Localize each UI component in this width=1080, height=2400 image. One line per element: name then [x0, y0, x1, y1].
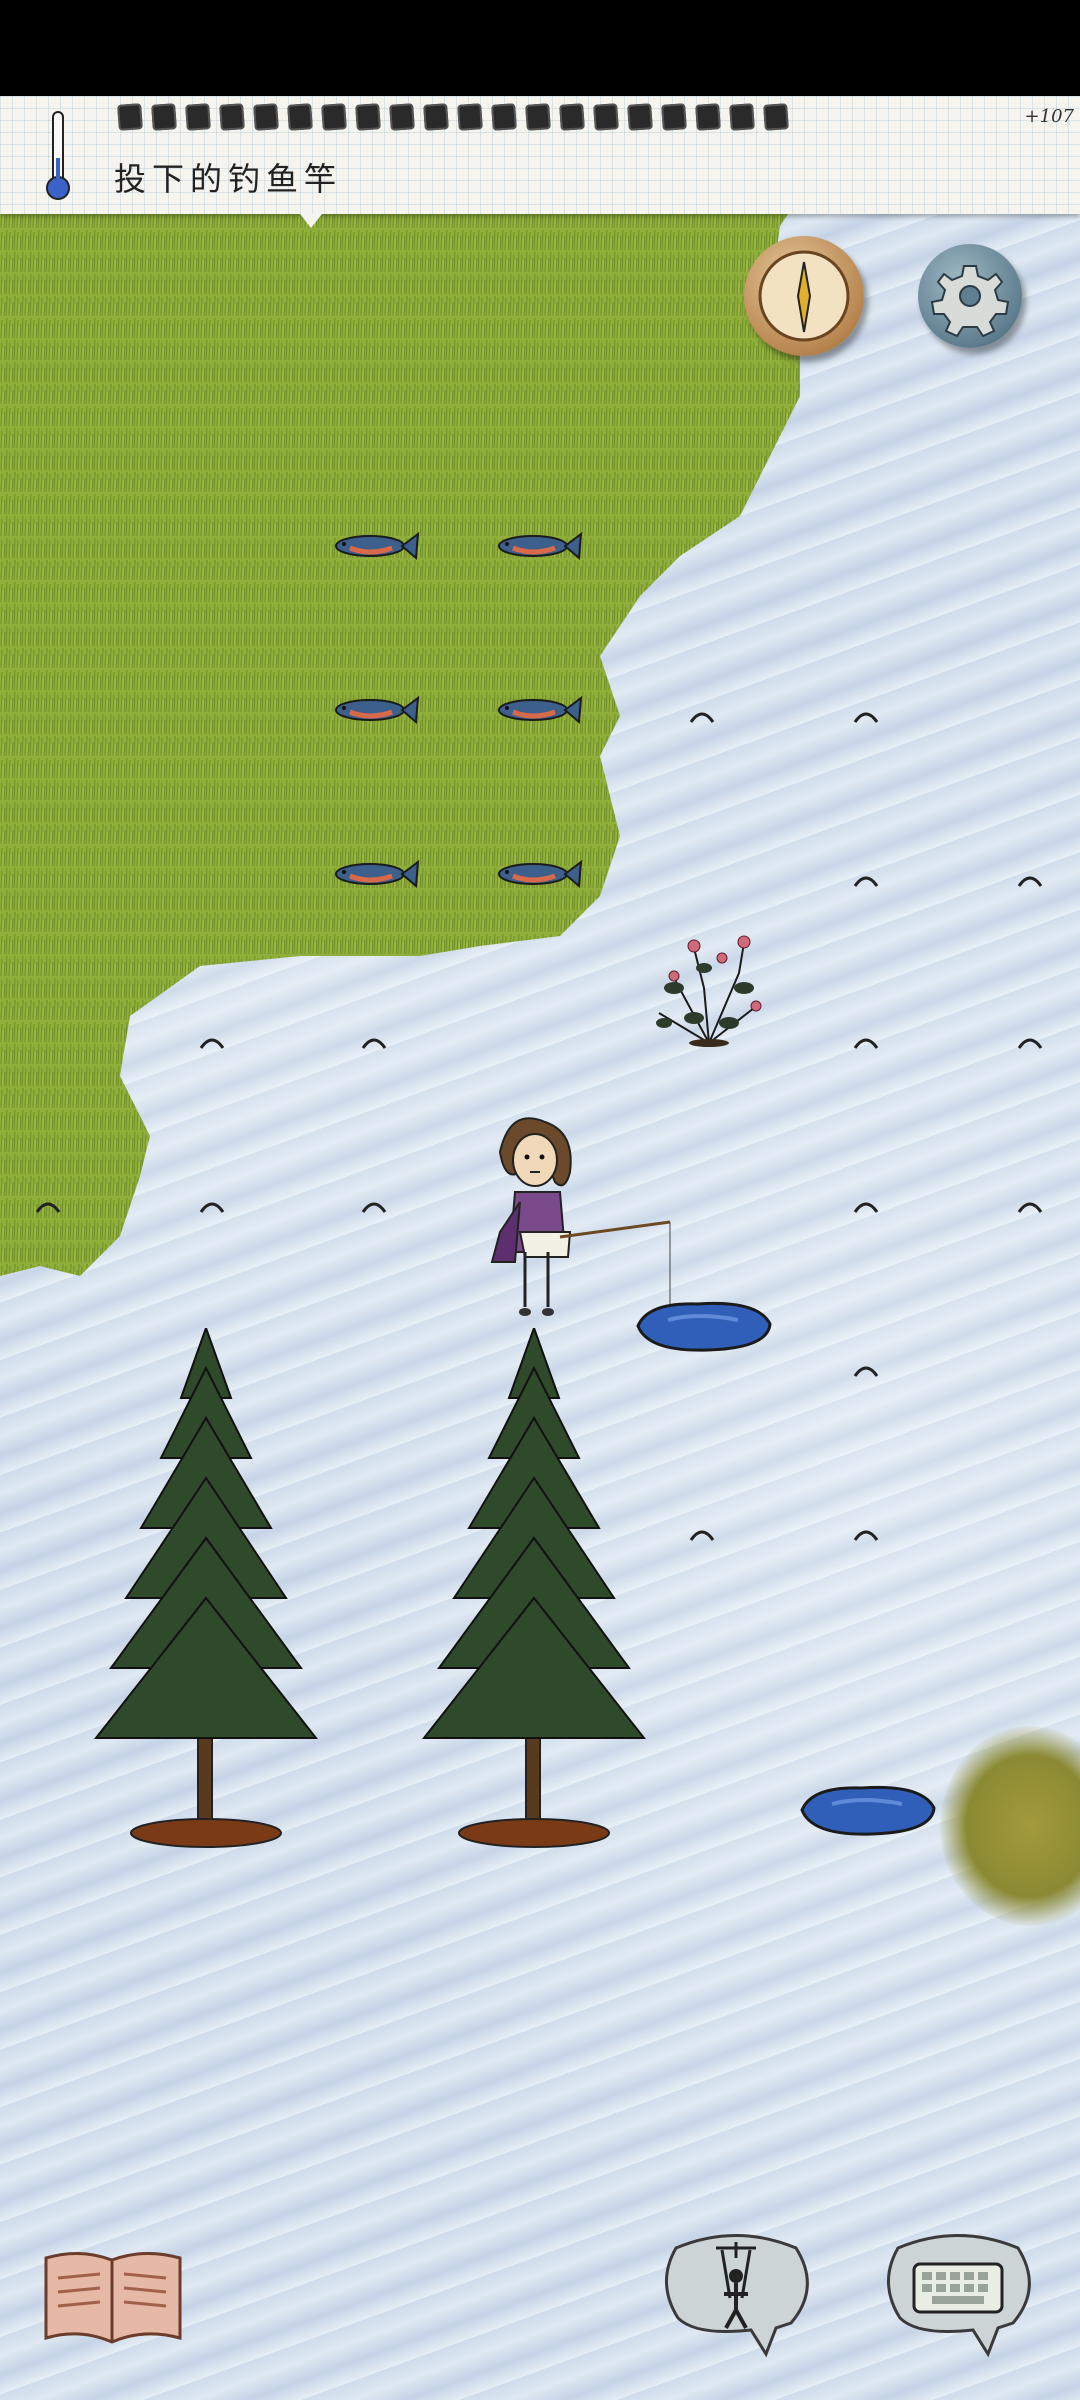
- worm-marker[interactable]: [198, 1196, 226, 1220]
- worm-marker[interactable]: [852, 1524, 880, 1548]
- forecast-day-icon: [355, 103, 381, 131]
- forecast-day-icon: [525, 103, 551, 131]
- forecast-day-icon: [559, 103, 585, 131]
- rose-bush[interactable]: [644, 918, 774, 1052]
- forecast-day-icon: [729, 103, 755, 131]
- worm-marker[interactable]: [198, 1032, 226, 1056]
- worm-marker[interactable]: [34, 1196, 62, 1220]
- forecast-day-icon: [661, 103, 687, 131]
- worm-marker[interactable]: [1016, 1032, 1044, 1056]
- forecast-day-icon: [695, 103, 721, 131]
- worm-marker[interactable]: [852, 870, 880, 894]
- thermometer-icon: [44, 108, 72, 204]
- forecast-day-icon: [627, 103, 653, 131]
- worm-marker[interactable]: [852, 1032, 880, 1056]
- forecast-day-icon: [763, 103, 789, 131]
- status-bar: [0, 0, 1080, 96]
- forecast-day-icon: [219, 103, 245, 131]
- fish-item[interactable]: [493, 856, 583, 896]
- worm-marker[interactable]: [360, 1196, 388, 1220]
- ice-fishing-hole[interactable]: [792, 1778, 942, 1846]
- worm-marker[interactable]: [1016, 870, 1044, 894]
- grass-patch: [940, 1726, 1080, 1926]
- worm-marker[interactable]: [688, 1524, 716, 1548]
- forecast-day-icon: [457, 103, 483, 131]
- fish-item[interactable]: [330, 528, 420, 568]
- pine-tree[interactable]: [414, 1325, 654, 1852]
- worm-marker[interactable]: [360, 1032, 388, 1056]
- worm-marker[interactable]: [852, 1196, 880, 1220]
- worm-marker[interactable]: [852, 706, 880, 730]
- fish-item[interactable]: [330, 856, 420, 896]
- game-world[interactable]: [0, 96, 1080, 2400]
- journal-book-icon[interactable]: [40, 2244, 186, 2348]
- compass-icon[interactable]: [744, 236, 864, 356]
- forecast-day-icon: [491, 103, 517, 131]
- day-counter: +107: [1024, 106, 1074, 127]
- forecast-day-icon: [185, 103, 211, 131]
- worm-marker[interactable]: [688, 706, 716, 730]
- forecast-day-icon: [593, 103, 619, 131]
- forecast-day-icon: [253, 103, 279, 131]
- action-label: 投下的钓鱼竿: [114, 160, 343, 198]
- worm-marker[interactable]: [1016, 1196, 1044, 1220]
- forecast-day-icon: [389, 103, 415, 131]
- fish-item[interactable]: [493, 528, 583, 568]
- weather-forecast-strip: [117, 103, 1018, 134]
- keyboard-icon[interactable]: [878, 2228, 1038, 2358]
- worm-marker[interactable]: [852, 1360, 880, 1384]
- forecast-day-icon: [117, 103, 143, 131]
- gear-icon[interactable]: [918, 244, 1022, 348]
- forecast-day-icon: [151, 103, 177, 131]
- forecast-day-icon: [287, 103, 313, 131]
- forecast-day-icon: [423, 103, 449, 131]
- fish-item[interactable]: [493, 692, 583, 732]
- pine-tree[interactable]: [86, 1325, 326, 1852]
- marionette-icon[interactable]: [656, 2228, 816, 2358]
- forecast-day-icon: [321, 103, 347, 131]
- fish-item[interactable]: [330, 692, 420, 732]
- status-header: +107 投下的钓鱼竿: [0, 96, 1080, 214]
